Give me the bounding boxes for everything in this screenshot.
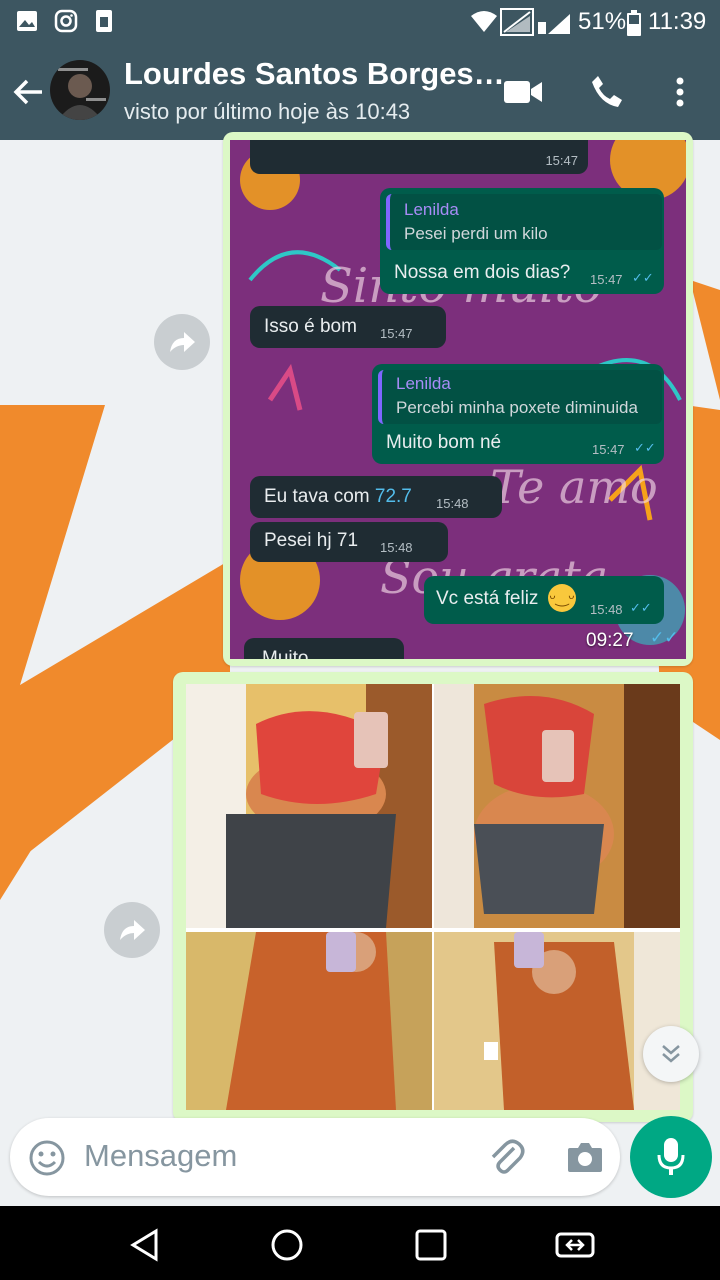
- wallpaper-word: Te amo: [490, 460, 658, 514]
- message-bubble-in: Pesei hj 71 15:48: [250, 522, 448, 562]
- message-text-prefix: Eu tava com: [264, 486, 375, 507]
- phone-call-icon[interactable]: [590, 74, 624, 108]
- cell-signal-icon: [538, 14, 570, 34]
- message-time: 15:47: [380, 326, 413, 341]
- photo[interactable]: [434, 932, 680, 1110]
- system-navigation-bar: [0, 1206, 720, 1280]
- gallery-icon: [17, 11, 37, 31]
- message-bubble-out: Vc está feliz ᵕ‿ᵕ 15:48 ✓✓: [424, 576, 664, 624]
- last-seen: visto por último hoje às 10:43: [124, 99, 411, 124]
- quoted-message: Lenilda Pesei perdi um kilo: [386, 194, 662, 250]
- message-text: Vc está feliz: [436, 588, 539, 609]
- message-text: Muito: [262, 648, 309, 659]
- sim-icon: [96, 10, 112, 32]
- quote-text: Percebi minha poxete diminuida: [396, 398, 638, 417]
- forward-arrow-icon: [170, 332, 195, 352]
- number-link[interactable]: 72.7: [375, 486, 412, 507]
- microphone-icon: [657, 1138, 685, 1175]
- message-bubble-out: Lenilda Percebi minha poxete diminuida M…: [372, 364, 664, 464]
- forward-button[interactable]: [104, 902, 160, 958]
- message-time: 15:48: [380, 540, 413, 555]
- smiling-emoji-icon: ᵕ‿ᵕ: [548, 584, 576, 612]
- back-arrow-icon[interactable]: [12, 76, 44, 108]
- status-bar: 51% 11:39: [0, 0, 720, 44]
- image-sent-time: 09:27: [586, 630, 634, 651]
- message-text: Nossa em dois dias?: [394, 262, 571, 283]
- forward-button[interactable]: [154, 314, 210, 370]
- message-text: Pesei hj 71: [264, 530, 359, 551]
- message-time: 15:48: [590, 602, 623, 617]
- message-time: 15:48: [436, 496, 469, 511]
- wifi-icon: [471, 11, 497, 32]
- attachment-icon[interactable]: [486, 1138, 526, 1178]
- more-options-icon[interactable]: [674, 76, 686, 108]
- clock: 11:39: [648, 8, 707, 35]
- message-composer: Mensagem: [10, 1118, 620, 1196]
- contact-name[interactable]: Lourdes Santos Borges…: [124, 56, 505, 92]
- message-input[interactable]: Mensagem: [84, 1138, 237, 1174]
- message-time: 15:47: [590, 272, 623, 287]
- read-receipt-icon: ✓✓: [634, 440, 656, 455]
- camera-icon[interactable]: [566, 1140, 604, 1174]
- forwarded-chat-screenshot[interactable]: Sinto muito Te amo Sou grata 15:47 Lenil…: [230, 140, 686, 659]
- photo[interactable]: [186, 684, 432, 928]
- video-call-icon[interactable]: [504, 79, 542, 105]
- read-receipt-icon: ✓✓: [650, 628, 679, 647]
- photo[interactable]: [186, 932, 432, 1110]
- photo-collage[interactable]: [186, 684, 680, 1110]
- home-nav-icon[interactable]: [270, 1228, 304, 1262]
- battery-percent: 51%: [578, 8, 627, 35]
- quoted-message: Lenilda Percebi minha poxete diminuida: [378, 370, 662, 424]
- data-signal-icon: [500, 8, 534, 36]
- forward-arrow-icon: [120, 920, 145, 940]
- instagram-icon: [54, 9, 78, 33]
- message-bubble-in: Muito: [244, 638, 404, 659]
- quote-author: Lenilda: [404, 200, 459, 219]
- message-bubble-in: Eu tava com 72.7 15:48: [250, 476, 502, 518]
- message-time: 15:47: [592, 442, 625, 457]
- message-bubble-out: Lenilda Pesei perdi um kilo Nossa em doi…: [380, 188, 664, 294]
- voice-message-button[interactable]: [630, 1116, 712, 1198]
- message-bubble-in: 15:47: [250, 140, 588, 174]
- emoji-icon[interactable]: [28, 1139, 66, 1177]
- read-receipt-icon: ✓✓: [630, 600, 652, 615]
- photo[interactable]: [434, 684, 680, 928]
- message-text: Muito bom né: [386, 432, 502, 453]
- message-bubble-in: Isso é bom 15:47: [250, 306, 446, 348]
- battery-icon: [627, 10, 641, 36]
- message-text: Isso é bom: [264, 316, 357, 337]
- read-receipt-icon: ✓✓: [632, 270, 654, 285]
- message-text: Eu tava com 72.7: [264, 486, 412, 508]
- recents-nav-icon[interactable]: [414, 1228, 448, 1262]
- screen-rotate-icon[interactable]: [554, 1228, 596, 1262]
- chat-header: Lourdes Santos Borges… visto por último …: [0, 44, 720, 140]
- quote-author: Lenilda: [396, 374, 451, 393]
- avatar[interactable]: [50, 60, 110, 120]
- double-chevron-down-icon: [662, 1045, 680, 1063]
- scroll-to-bottom-button[interactable]: [643, 1026, 699, 1082]
- quote-text: Pesei perdi um kilo: [404, 224, 548, 243]
- message-time: 15:47: [545, 153, 578, 168]
- back-nav-icon[interactable]: [128, 1228, 162, 1262]
